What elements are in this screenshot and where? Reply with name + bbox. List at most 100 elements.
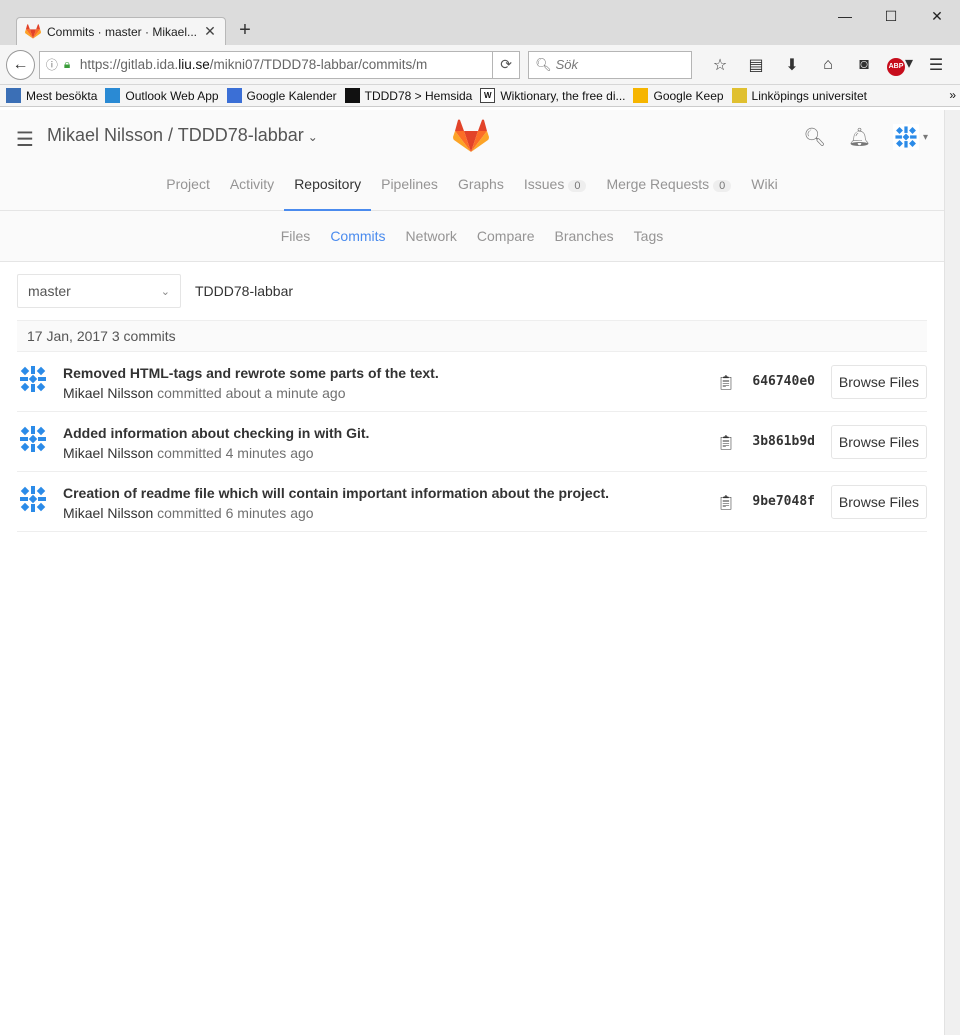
bookmark-item[interactable]: Mest besökta	[6, 88, 97, 103]
project-title[interactable]: Mikael Nilsson / TDDD78-labbar ⌄	[47, 125, 318, 146]
subtab-compare[interactable]: Compare	[477, 228, 535, 244]
bookmark-item[interactable]: Outlook Web App	[105, 88, 219, 103]
new-tab-icon[interactable]: +	[234, 19, 256, 41]
home-icon[interactable]: ⌂	[810, 56, 846, 74]
commit-author-avatar[interactable]	[17, 363, 49, 398]
adblock-icon[interactable]: ABP ▾	[882, 53, 918, 76]
browser-tab[interactable]: Commits · master · Mikael... ✕	[16, 17, 226, 45]
reload-icon[interactable]: ⟳	[493, 50, 521, 79]
repo-breadcrumb[interactable]: TDDD78-labbar	[195, 283, 293, 299]
commit-title[interactable]: Added information about checking in with…	[63, 425, 369, 441]
star-icon[interactable]: ☆	[702, 55, 738, 75]
subtab-branches[interactable]: Branches	[555, 228, 614, 244]
subtab-tags[interactable]: Tags	[634, 228, 664, 244]
tab-label: Wiki	[751, 176, 778, 192]
minimize-icon[interactable]: —	[822, 0, 868, 32]
tab-project[interactable]: Project	[156, 164, 220, 211]
bookmark-label: Google Keep	[653, 88, 724, 103]
menu-icon[interactable]: ☰	[918, 55, 954, 75]
lock-icon[interactable]: 🔒︎	[64, 57, 80, 72]
bookmark-item[interactable]: Google Keep	[633, 88, 724, 103]
chevron-double-right-icon[interactable]: »	[949, 88, 956, 102]
clipboard-icon[interactable]: 📋︎	[717, 374, 735, 391]
commit-author[interactable]: Mikael Nilsson	[63, 505, 153, 521]
commit-sha[interactable]: 9be7048f	[752, 494, 815, 509]
day-date: 17 Jan, 2017	[27, 328, 108, 344]
commit-title[interactable]: Creation of readme file which will conta…	[63, 485, 609, 501]
page-scrollbar[interactable]	[944, 110, 960, 1035]
bookmark-label: Outlook Web App	[125, 88, 219, 103]
commit-author-avatar[interactable]	[17, 483, 49, 518]
tab-graphs[interactable]: Graphs	[448, 164, 514, 211]
commit-day-header: 17 Jan, 2017 3 commits	[17, 320, 927, 352]
tab-pipelines[interactable]: Pipelines	[371, 164, 448, 211]
bookmark-item[interactable]: Linköpings universitet	[731, 88, 867, 103]
pocket-icon[interactable]: ◙	[846, 56, 882, 74]
tab-activity[interactable]: Activity	[220, 164, 284, 211]
sidebar-toggle-icon[interactable]: ☰	[16, 127, 34, 152]
back-button[interactable]: ←	[6, 49, 35, 80]
subtab-commits[interactable]: Commits	[330, 228, 385, 244]
user-avatar[interactable]: ▾	[892, 124, 928, 150]
outlook-icon	[105, 88, 121, 103]
search-icon[interactable]: 🔍︎	[803, 127, 826, 148]
info-icon[interactable]: ⓘ	[46, 56, 64, 73]
bookmarks-bar: Mest besökta Outlook Web App Google Kalend…	[0, 85, 960, 107]
arrow-left-icon: ←	[12, 55, 29, 73]
toolbar-icons: ☆ ▤ ⬇ ⌂ ◙ ABP ▾ ☰	[702, 53, 954, 76]
bookmark-item[interactable]: TDDD78 > Hemsida	[344, 88, 472, 103]
subtab-files[interactable]: Files	[281, 228, 311, 244]
close-window-icon[interactable]: ✕	[914, 0, 960, 32]
bookmark-label: Linköpings universitet	[751, 88, 867, 103]
gitlab-favicon-icon	[25, 23, 41, 39]
browse-files-button[interactable]: Browse Files	[831, 485, 927, 519]
tab-issues[interactable]: Issues 0	[514, 164, 597, 211]
maximize-icon[interactable]: ☐	[868, 0, 914, 32]
url-text: https://gitlab.ida.liu.se/mikni07/TDDD78…	[79, 57, 428, 72]
commit-sha[interactable]: 646740e0	[752, 374, 815, 389]
tab-close-icon[interactable]: ✕	[203, 23, 217, 40]
tab-label: Repository	[294, 176, 362, 192]
commit-list: Removed HTML-tags and rewrote some parts…	[0, 352, 944, 532]
commit-meta: Mikael Nilsson committed 4 minutes ago	[63, 445, 314, 461]
chevron-down-icon: ⌄	[160, 285, 170, 298]
bookmark-label: Mest besökta	[26, 88, 98, 103]
subtab-network[interactable]: Network	[406, 228, 457, 244]
clipboard-icon[interactable]: 📋︎	[717, 434, 735, 451]
day-commit-count: 3 commits	[111, 328, 176, 344]
url-bar[interactable]: ⓘ 🔒︎ https://gitlab.ida.liu.se/mikni07/T…	[38, 50, 494, 79]
browser-navbar: ← ⓘ 🔒︎ https://gitlab.ida.liu.se/mikni07…	[0, 45, 960, 85]
tab-label: Issues	[523, 176, 565, 192]
liu-icon	[344, 88, 360, 103]
commit-author[interactable]: Mikael Nilsson	[63, 445, 153, 461]
commit-title[interactable]: Removed HTML-tags and rewrote some parts…	[63, 365, 439, 381]
commit-row: Creation of readme file which will conta…	[17, 472, 927, 532]
reading-list-icon[interactable]: ▤	[738, 55, 774, 75]
bookmark-item[interactable]: W Wiktionary, the free di...	[480, 88, 625, 103]
tab-label: Project	[166, 176, 210, 192]
header-actions: 🔍︎ 🔔︎ ▾	[781, 124, 928, 150]
commit-meta: Mikael Nilsson committed about a minute …	[63, 385, 345, 401]
search-bar[interactable]: 🔍︎ Sök	[528, 50, 692, 79]
tab-wiki[interactable]: Wiki	[741, 164, 787, 211]
download-icon[interactable]: ⬇	[774, 55, 810, 75]
commit-author[interactable]: Mikael Nilsson	[63, 385, 153, 401]
chevron-down-icon: ⌄	[307, 130, 318, 144]
calendar-icon	[226, 88, 242, 103]
commit-author-avatar[interactable]	[17, 423, 49, 458]
clipboard-icon[interactable]: 📋︎	[717, 494, 735, 511]
commit-meta: Mikael Nilsson committed 6 minutes ago	[63, 505, 314, 521]
tab-repository[interactable]: Repository	[284, 164, 372, 211]
branch-select[interactable]: master ⌄	[17, 274, 181, 308]
tab-merge-requests[interactable]: Merge Requests 0	[596, 164, 741, 211]
gitlab-logo-icon[interactable]	[452, 118, 490, 157]
search-icon: 🔍︎	[535, 56, 552, 72]
browse-files-button[interactable]: Browse Files	[831, 365, 927, 399]
commit-verb: committed	[157, 505, 222, 521]
wiktionary-icon: W	[480, 88, 496, 103]
browse-files-button[interactable]: Browse Files	[831, 425, 927, 459]
bell-icon[interactable]: 🔔︎	[848, 127, 871, 148]
bookmark-item[interactable]: Google Kalender	[226, 88, 337, 103]
commit-sha[interactable]: 3b861b9d	[752, 434, 815, 449]
commit-verb: committed	[157, 445, 222, 461]
